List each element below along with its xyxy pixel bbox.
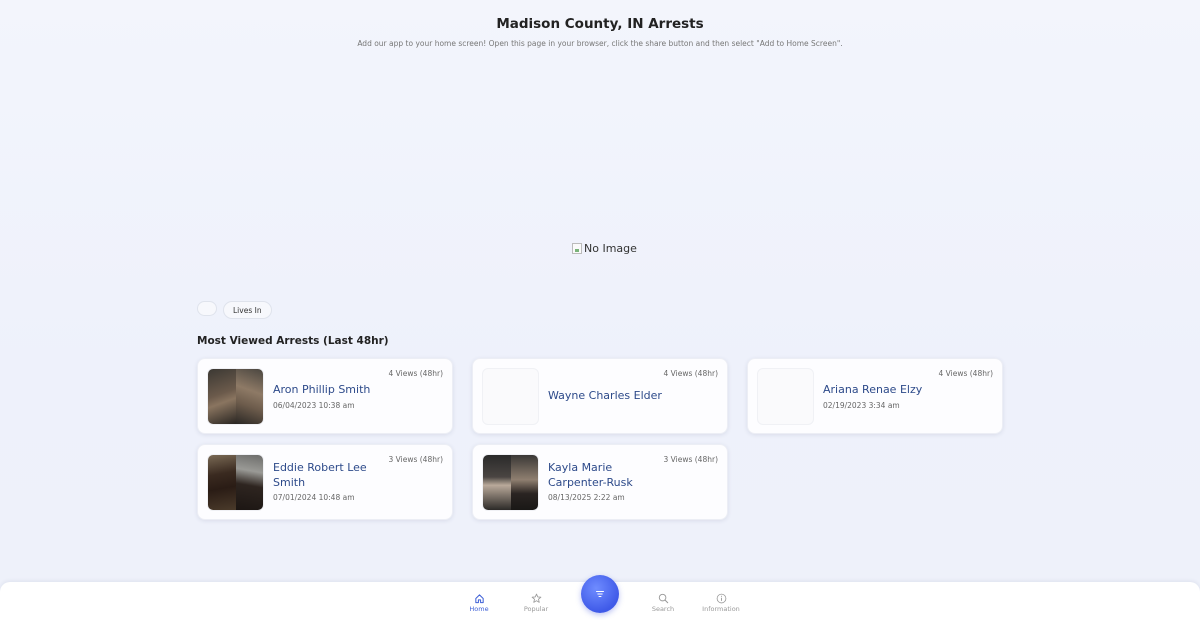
nav-popular[interactable]: Popular bbox=[511, 593, 561, 613]
nav-information[interactable]: Information bbox=[696, 593, 746, 613]
arrest-date: 07/01/2024 10:48 am bbox=[273, 493, 355, 502]
nav-search-label: Search bbox=[651, 605, 675, 613]
arrestee-name[interactable]: Aron Phillip Smith bbox=[273, 382, 383, 397]
nav-search[interactable]: Search bbox=[638, 593, 688, 613]
info-icon bbox=[716, 593, 726, 604]
view-count: 4 Views (48hr) bbox=[388, 369, 443, 378]
arrest-date: 08/13/2025 2:22 am bbox=[548, 493, 625, 502]
banner-alt-text: No Image bbox=[584, 242, 637, 255]
arrest-card[interactable]: 4 Views (48hr) Aron Phillip Smith 06/04/… bbox=[197, 358, 453, 434]
arrestee-name[interactable]: Eddie Robert Lee Smith bbox=[273, 460, 383, 490]
view-count: 4 Views (48hr) bbox=[663, 369, 718, 378]
page-title: Madison County, IN Arrests bbox=[496, 16, 704, 32]
arrest-card[interactable]: 3 Views (48hr) Eddie Robert Lee Smith 07… bbox=[197, 444, 453, 520]
mugshot-placeholder bbox=[757, 368, 814, 425]
arrest-card[interactable]: 4 Views (48hr) Wayne Charles Elder bbox=[472, 358, 728, 434]
nav-popular-label: Popular bbox=[523, 605, 549, 613]
arrestee-name[interactable]: Kayla Marie Carpenter-Rusk bbox=[548, 460, 658, 490]
arrestee-name[interactable]: Ariana Renae Elzy bbox=[823, 382, 933, 397]
filter-chip-empty[interactable] bbox=[197, 301, 217, 316]
broken-image-icon bbox=[572, 243, 582, 254]
filter-icon bbox=[596, 591, 604, 597]
arrestee-name[interactable]: Wayne Charles Elder bbox=[548, 388, 688, 403]
nav-home-label: Home bbox=[469, 605, 489, 613]
view-count: 3 Views (48hr) bbox=[663, 455, 718, 464]
add-to-home-hint: Add our app to your home screen! Open th… bbox=[357, 39, 843, 48]
filter-chips: Lives In bbox=[197, 301, 272, 319]
view-count: 3 Views (48hr) bbox=[388, 455, 443, 464]
filter-fab-button[interactable] bbox=[581, 575, 619, 613]
arrest-card[interactable]: 3 Views (48hr) Kayla Marie Carpenter-Rus… bbox=[472, 444, 728, 520]
arrest-date: 02/19/2023 3:34 am bbox=[823, 401, 900, 410]
arrest-date: 06/04/2023 10:38 am bbox=[273, 401, 355, 410]
arrest-card[interactable]: 4 Views (48hr) Ariana Renae Elzy 02/19/2… bbox=[747, 358, 1003, 434]
mugshot-photo bbox=[207, 368, 264, 425]
nav-home[interactable]: Home bbox=[454, 593, 504, 613]
star-icon bbox=[531, 593, 541, 603]
mugshot-photo bbox=[482, 454, 539, 511]
nav-information-label: Information bbox=[702, 605, 740, 613]
search-icon bbox=[658, 593, 668, 604]
mugshot-placeholder bbox=[482, 368, 539, 425]
home-icon bbox=[474, 594, 484, 604]
mugshot-photo bbox=[207, 454, 264, 511]
view-count: 4 Views (48hr) bbox=[938, 369, 993, 378]
banner-image: No Image bbox=[572, 242, 637, 255]
section-title: Most Viewed Arrests (Last 48hr) bbox=[197, 335, 389, 347]
filter-chip-lives-in[interactable]: Lives In bbox=[223, 301, 272, 319]
